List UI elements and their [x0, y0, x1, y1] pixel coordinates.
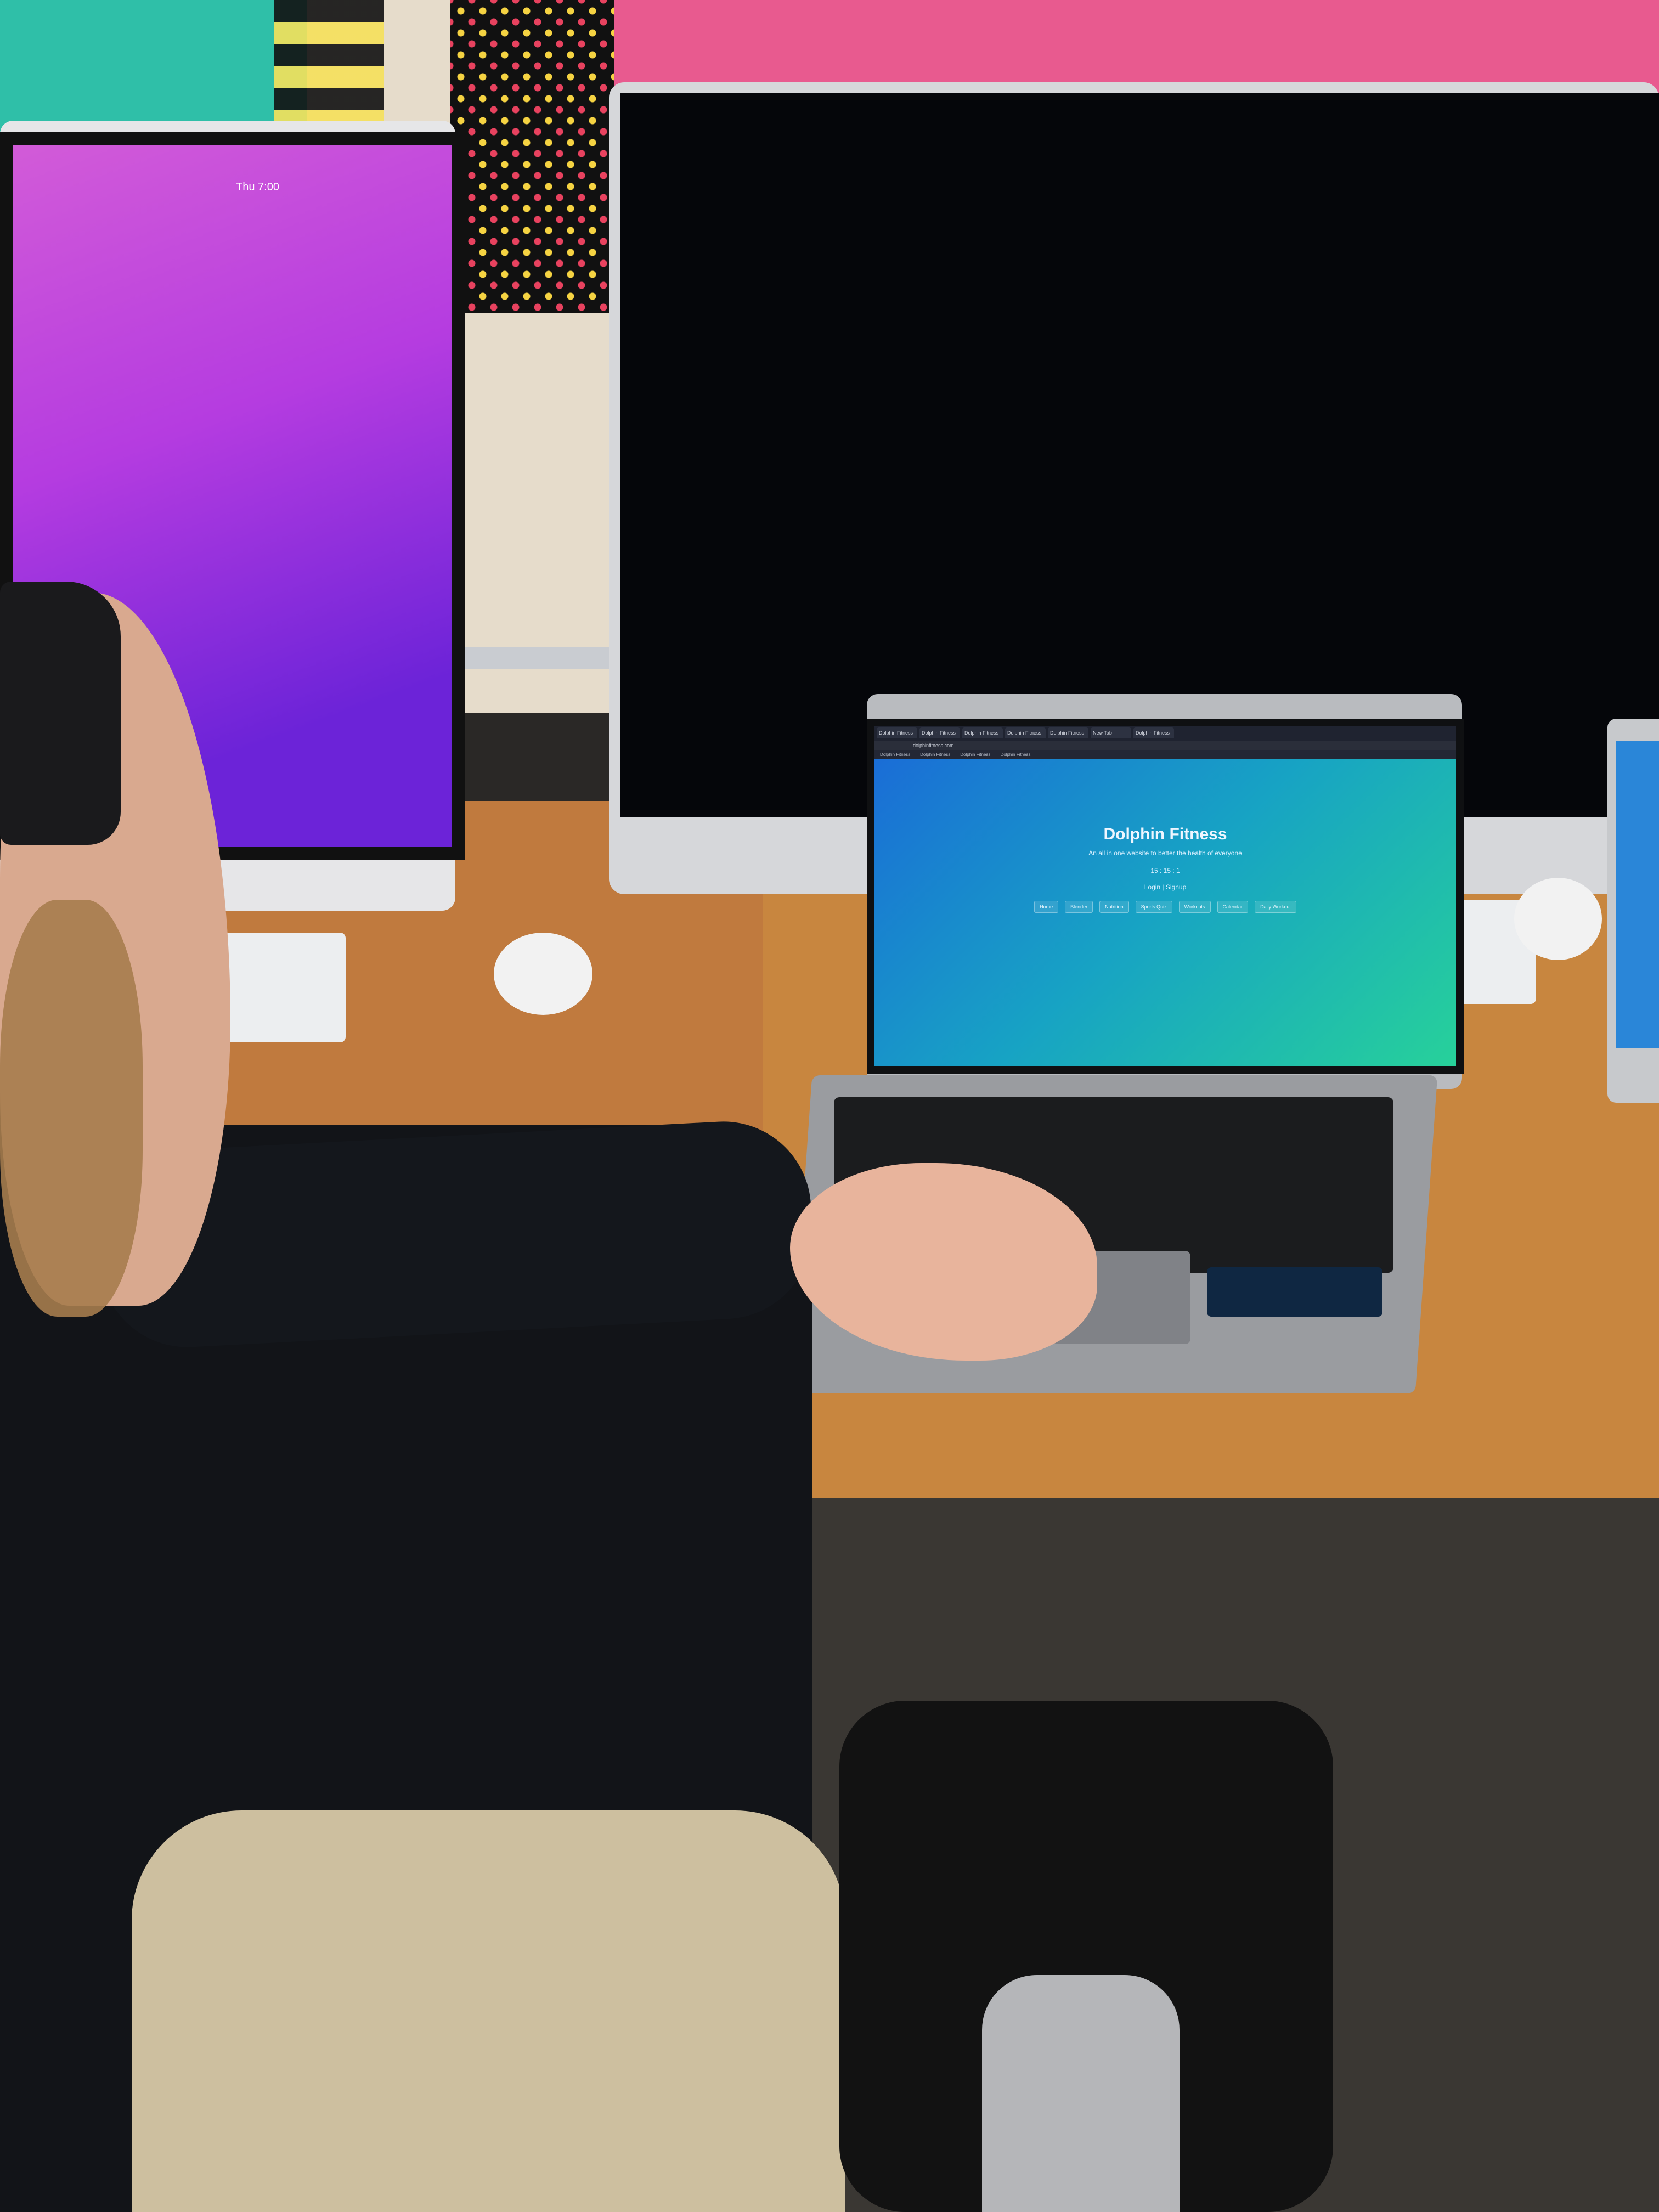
bookmark-item[interactable]: Dolphin Fitness — [1000, 751, 1030, 759]
browser-tab[interactable]: Dolphin Fitness — [919, 727, 960, 738]
bulletin-border-stars — [450, 0, 614, 313]
browser-tab[interactable]: Dolphin Fitness — [1048, 727, 1088, 738]
site-title: Dolphin Fitness — [1103, 825, 1227, 843]
laptop-right-screen — [1616, 741, 1659, 1048]
site-timer: 15 : 15 : 1 — [1150, 867, 1180, 874]
browser-tab[interactable]: Dolphin Fitness — [877, 727, 917, 738]
mouse-left — [494, 933, 592, 1015]
nav-daily-workout-button[interactable]: Daily Workout — [1255, 901, 1296, 913]
nav-blender-button[interactable]: Blender — [1065, 901, 1093, 913]
person-pants — [132, 1810, 845, 2212]
nav-nutrition-button[interactable]: Nutrition — [1099, 901, 1129, 913]
menubar-clock: Thu 7:00 — [236, 181, 279, 193]
bulletin-board-teal — [0, 0, 307, 137]
site-subtitle: An all in one website to better the heal… — [1088, 849, 1242, 857]
person-hair — [0, 900, 143, 1317]
site-nav: Home Blender Nutrition Sports Quiz Worko… — [874, 901, 1456, 913]
backpack-lining — [982, 1975, 1180, 2212]
login-signup-link[interactable]: Login | Signup — [874, 883, 1456, 891]
bookmark-item[interactable]: Dolphin Fitness — [880, 751, 910, 759]
nav-sports-quiz-button[interactable]: Sports Quiz — [1135, 901, 1172, 913]
browser-tab-bar: Dolphin Fitness Dolphin Fitness Dolphin … — [874, 726, 1456, 741]
bookmark-item[interactable]: Dolphin Fitness — [920, 751, 950, 759]
browser-tab[interactable]: Dolphin Fitness — [1005, 727, 1046, 738]
bookmarks-bar: Dolphin Fitness Dolphin Fitness Dolphin … — [874, 751, 1456, 759]
nav-home-button[interactable]: Home — [1034, 901, 1059, 913]
website-page: Dolphin Fitness An all in one website to… — [874, 759, 1456, 1066]
laptop-screen: Dolphin Fitness Dolphin Fitness Dolphin … — [867, 719, 1464, 1074]
nav-calendar-button[interactable]: Calendar — [1217, 901, 1249, 913]
bookmark-item[interactable]: Dolphin Fitness — [960, 751, 990, 759]
browser-tab[interactable]: Dolphin Fitness — [1133, 727, 1174, 738]
browser-tab[interactable]: New Tab — [1091, 727, 1131, 738]
mouse-right — [1514, 878, 1602, 960]
laptop-spec-stickers — [1207, 1267, 1383, 1317]
browser-tab[interactable]: Dolphin Fitness — [962, 727, 1003, 738]
nav-workouts-button[interactable]: Workouts — [1178, 901, 1211, 913]
address-bar[interactable]: dolphinfitness.com — [874, 741, 1456, 751]
beanie-hat — [0, 582, 121, 845]
